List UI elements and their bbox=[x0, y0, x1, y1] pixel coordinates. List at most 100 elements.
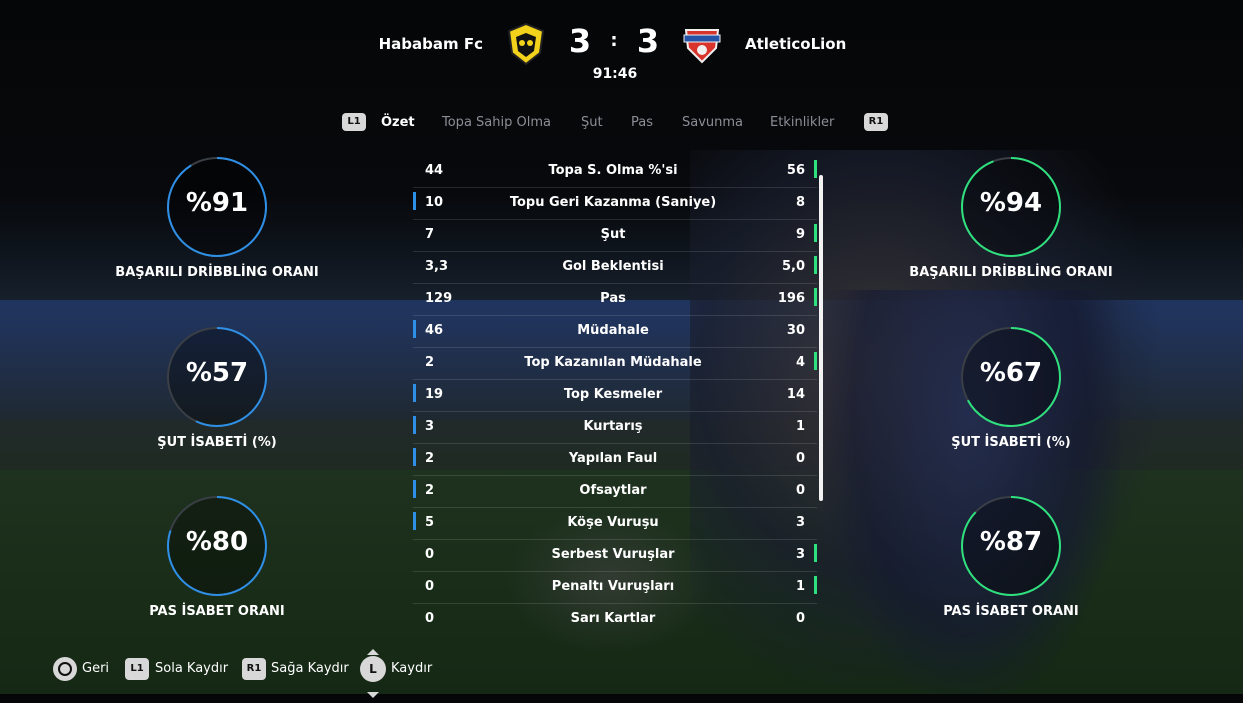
away-pass-accuracy-ring: %87 bbox=[959, 494, 1063, 598]
scroll-label[interactable]: Kaydır bbox=[391, 661, 432, 676]
home-value: 7 bbox=[425, 227, 435, 242]
away-value: 8 bbox=[795, 195, 805, 210]
stat-label: Top Kesmeler bbox=[563, 387, 663, 402]
tab-sut[interactable]: Şut bbox=[581, 115, 603, 130]
l1-footer-button-icon[interactable]: L1 bbox=[125, 658, 149, 680]
stat-label: Sarı Kartlar bbox=[570, 611, 656, 626]
stat-row: 2 Ofsaytlar 0 bbox=[413, 477, 817, 508]
away-leader-marker bbox=[814, 160, 817, 178]
ring-value: %91 bbox=[185, 188, 249, 218]
tab-pas[interactable]: Pas bbox=[631, 115, 653, 130]
away-leader-marker bbox=[814, 224, 817, 242]
away-value: 56 bbox=[786, 163, 805, 178]
home-value: 3,3 bbox=[425, 259, 449, 274]
stat-label: Köşe Vuruşu bbox=[567, 515, 659, 530]
tab-etkinlikler[interactable]: Etkinlikler bbox=[770, 115, 834, 130]
home-value: 10 bbox=[425, 195, 444, 210]
home-team-crest-icon bbox=[507, 22, 545, 66]
stat-label: Topu Geri Kazanma (Saniye) bbox=[509, 195, 717, 210]
away-value: 1 bbox=[795, 419, 805, 434]
away-value: 0 bbox=[795, 483, 805, 498]
stat-row: 0 Penaltı Vuruşları 1 bbox=[413, 573, 817, 604]
home-leader-marker bbox=[413, 448, 416, 466]
home-leader-marker bbox=[413, 320, 416, 338]
ring-value: %94 bbox=[979, 188, 1043, 218]
back-label[interactable]: Geri bbox=[82, 661, 109, 676]
home-pass-accuracy-label: PAS İSABET ORANI bbox=[149, 604, 285, 619]
r1-footer-button-icon[interactable]: R1 bbox=[242, 658, 266, 680]
away-leader-marker bbox=[814, 544, 817, 562]
stat-label: Yapılan Faul bbox=[568, 451, 658, 466]
stat-row: 3 Kurtarış 1 bbox=[413, 413, 817, 444]
home-value: 129 bbox=[425, 291, 453, 306]
away-team-name: AtleticoLion bbox=[745, 35, 847, 53]
home-leader-marker bbox=[413, 192, 416, 210]
home-value: 2 bbox=[425, 451, 435, 466]
stat-label: Şut bbox=[600, 227, 626, 242]
away-value: 3 bbox=[795, 515, 805, 530]
stat-row: 2 Yapılan Faul 0 bbox=[413, 445, 817, 476]
ring-value: %80 bbox=[185, 527, 249, 557]
scroll-right-label[interactable]: Sağa Kaydır bbox=[271, 661, 349, 676]
away-score: 3 bbox=[636, 22, 660, 60]
l1-button-icon[interactable]: L1 bbox=[342, 113, 366, 131]
away-dribbling-ring: %94 bbox=[959, 155, 1063, 259]
home-shot-accuracy-label: ŞUT İSABETİ (%) bbox=[157, 435, 277, 450]
away-value: 3 bbox=[795, 547, 805, 562]
away-pass-accuracy-label: PAS İSABET ORANI bbox=[943, 604, 1079, 619]
home-team-name: Hababam Fc bbox=[378, 35, 483, 53]
away-leader-marker bbox=[814, 576, 817, 594]
stat-label: Müdahale bbox=[577, 323, 649, 338]
home-leader-marker bbox=[413, 480, 416, 498]
stat-label: Kurtarış bbox=[583, 419, 643, 434]
stat-row: 0 Sarı Kartlar 0 bbox=[413, 605, 817, 633]
scroll-left-label[interactable]: Sola Kaydır bbox=[155, 661, 228, 676]
home-leader-marker bbox=[413, 384, 416, 402]
tab-topa-sahip-olma[interactable]: Topa Sahip Olma bbox=[442, 115, 551, 130]
away-value: 9 bbox=[795, 227, 805, 242]
stat-label: Ofsaytlar bbox=[579, 483, 647, 498]
stat-row: 5 Köşe Vuruşu 3 bbox=[413, 509, 817, 540]
tab-ozet[interactable]: Özet bbox=[381, 115, 415, 130]
stats-scrollbar[interactable] bbox=[819, 175, 823, 501]
tab-savunma[interactable]: Savunma bbox=[682, 115, 743, 130]
home-dribbling-ring: %91 bbox=[165, 155, 269, 259]
stat-row: 129 Pas 196 bbox=[413, 285, 817, 316]
home-value: 5 bbox=[425, 515, 435, 530]
away-leader-marker bbox=[814, 288, 817, 306]
home-value: 46 bbox=[425, 323, 444, 338]
away-value: 1 bbox=[795, 579, 805, 594]
home-value: 2 bbox=[425, 483, 435, 498]
stat-row: 10 Topu Geri Kazanma (Saniye) 8 bbox=[413, 189, 817, 220]
away-leader-marker bbox=[814, 256, 817, 274]
stat-row: 3,3 Gol Beklentisi 5,0 bbox=[413, 253, 817, 284]
home-leader-marker bbox=[413, 512, 416, 530]
stat-label: Pas bbox=[600, 291, 626, 306]
away-value: 196 bbox=[777, 291, 805, 306]
home-dribbling-label: BAŞARILI DRİBBLİNG ORANI bbox=[115, 265, 319, 280]
away-shot-accuracy-ring: %67 bbox=[959, 325, 1063, 429]
stat-label: Penaltı Vuruşları bbox=[551, 579, 675, 594]
away-leader-marker bbox=[814, 352, 817, 370]
stat-row: 44 Topa S. Olma %'si 56 bbox=[413, 157, 817, 188]
home-score: 3 bbox=[568, 22, 592, 60]
stat-row: 2 Top Kazanılan Müdahale 4 bbox=[413, 349, 817, 380]
circle-button-icon[interactable] bbox=[53, 657, 77, 681]
r1-button-icon[interactable]: R1 bbox=[864, 113, 888, 131]
home-value: 0 bbox=[425, 611, 435, 626]
home-shot-accuracy-ring: %57 bbox=[165, 325, 269, 429]
away-value: 0 bbox=[795, 611, 805, 626]
home-value: 2 bbox=[425, 355, 435, 370]
score-separator: : bbox=[610, 30, 618, 51]
stat-label: Top Kazanılan Müdahale bbox=[524, 355, 702, 370]
home-value: 19 bbox=[425, 387, 444, 402]
stat-label: Serbest Vuruşlar bbox=[551, 547, 675, 562]
ring-value: %87 bbox=[979, 527, 1043, 557]
away-value: 14 bbox=[786, 387, 805, 402]
home-value: 0 bbox=[425, 547, 435, 562]
stat-row: 7 Şut 9 bbox=[413, 221, 817, 252]
ring-value: %67 bbox=[979, 358, 1043, 388]
stick-up-arrow-icon bbox=[366, 641, 380, 655]
stick-down-arrow-icon bbox=[366, 684, 380, 698]
left-stick-icon[interactable]: L bbox=[360, 656, 386, 682]
